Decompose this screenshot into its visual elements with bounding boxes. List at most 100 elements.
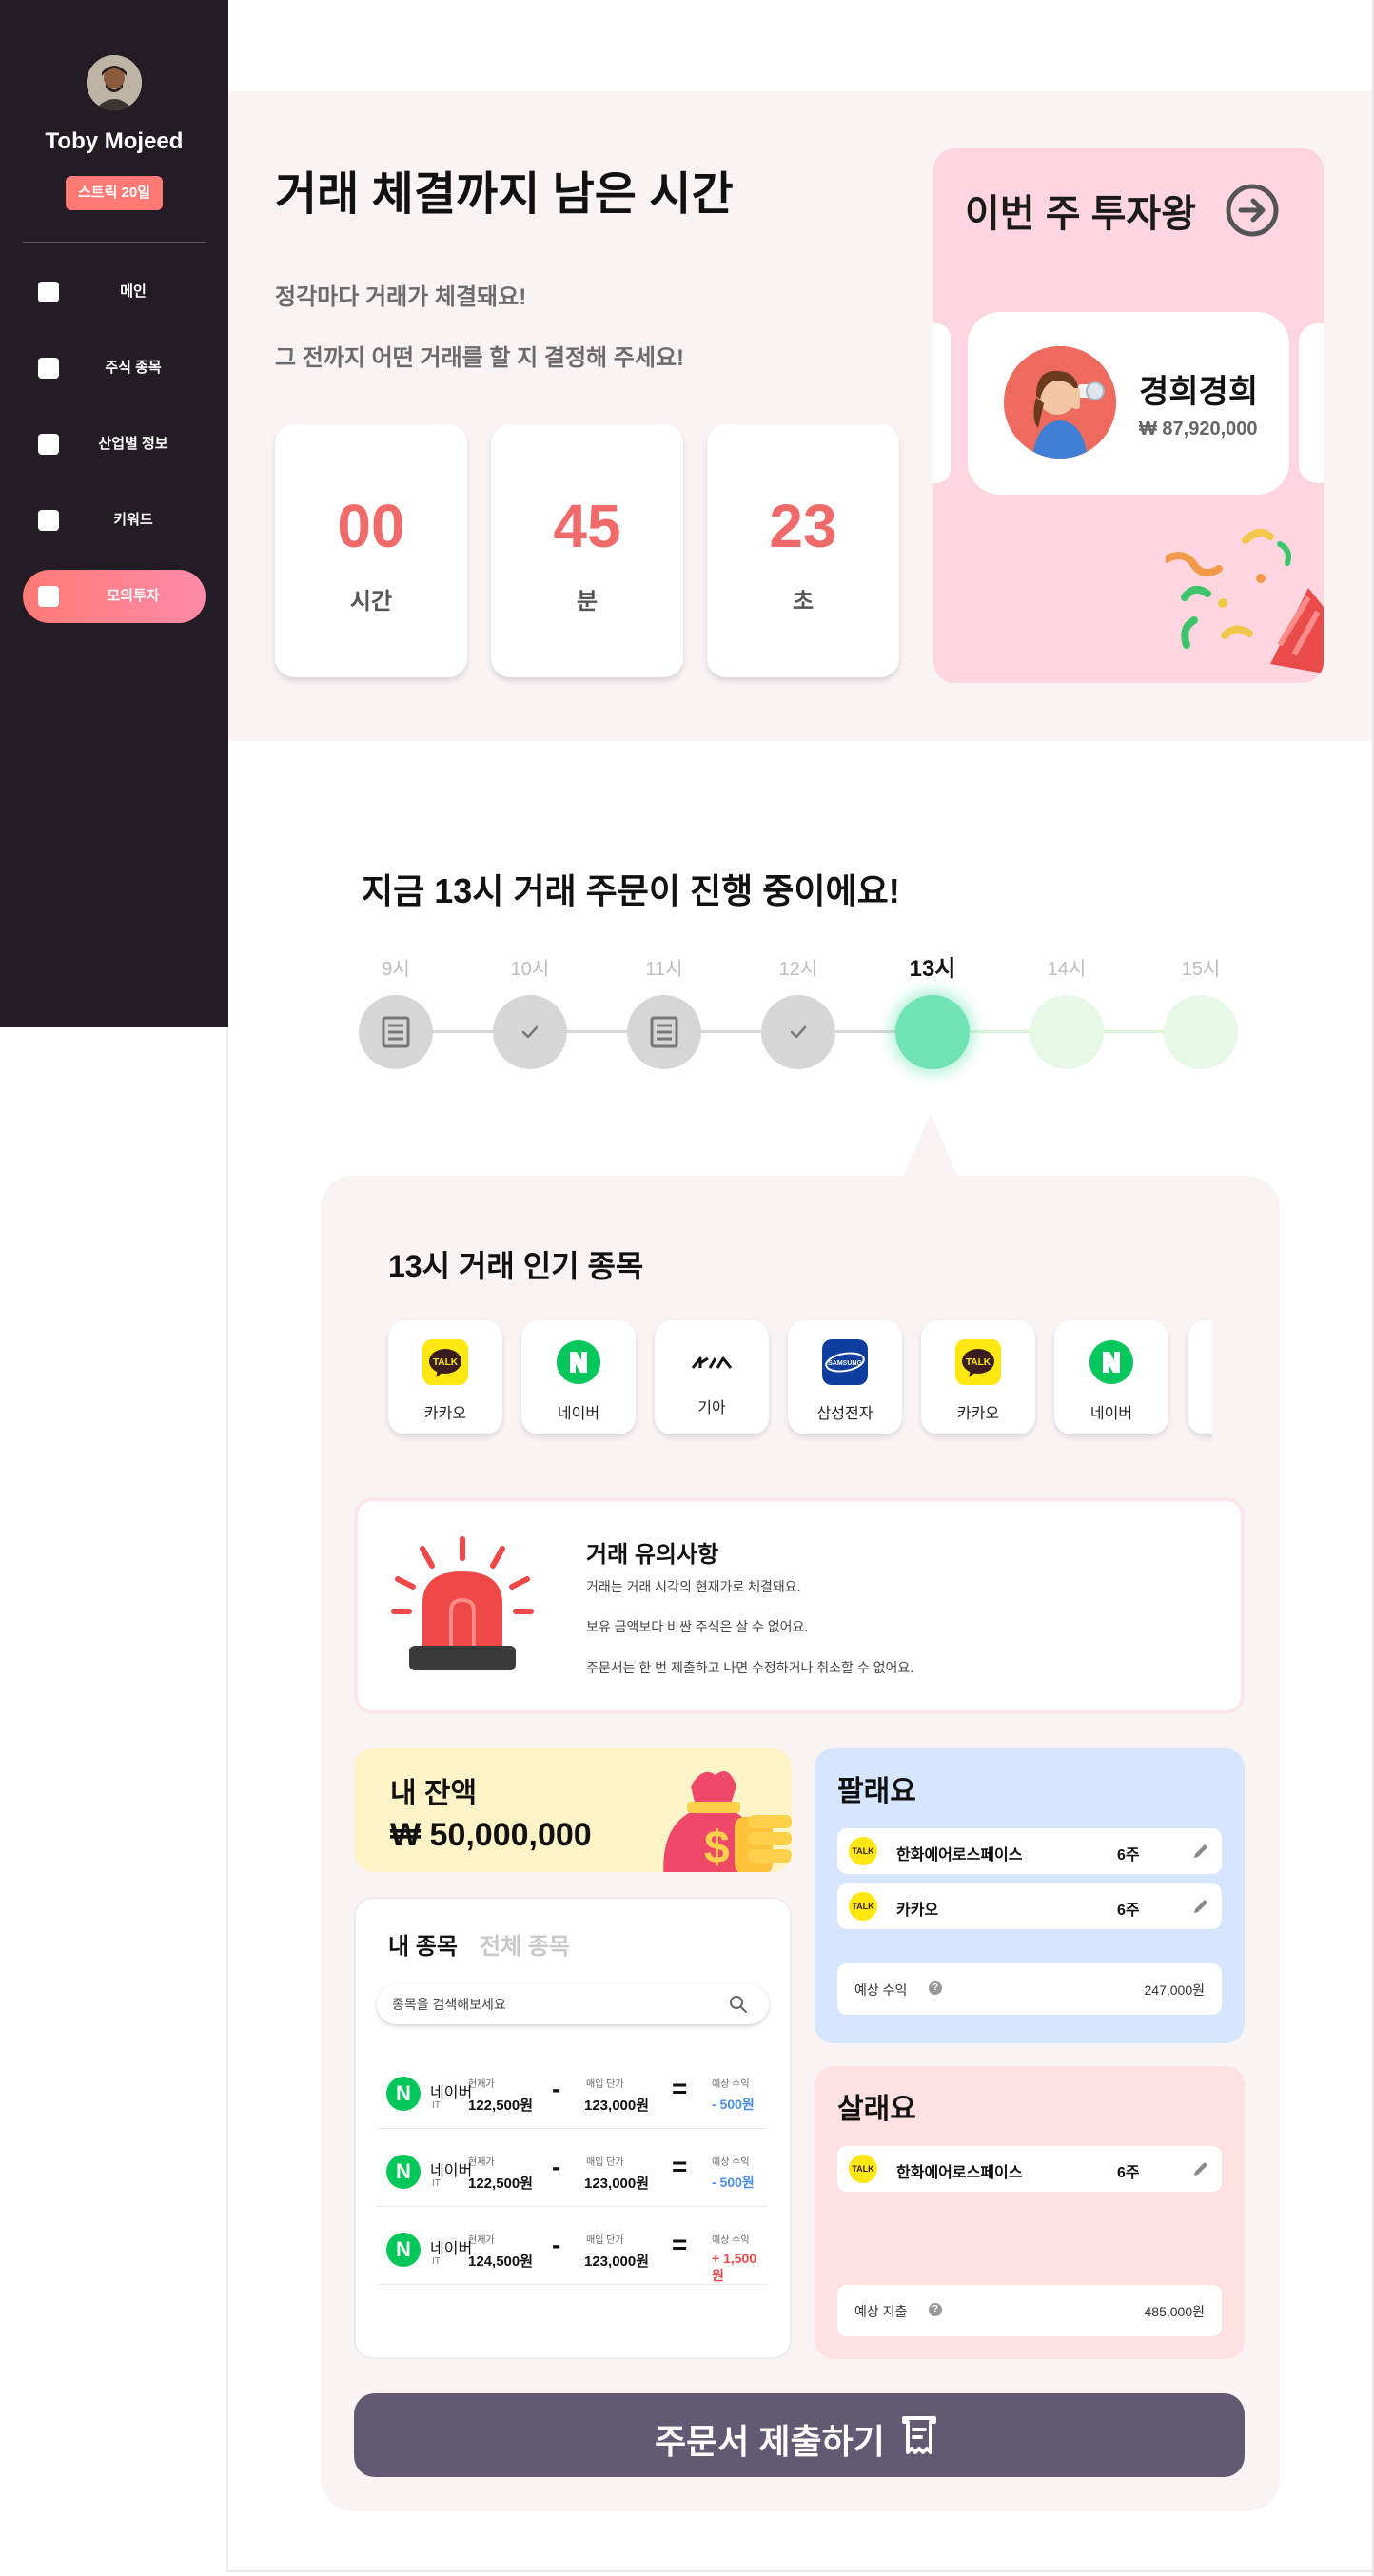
row-equals-sign: =: [672, 2074, 688, 2103]
timer-minutes-value: 45: [553, 492, 621, 560]
popular-stock-tile[interactable]: SAMSUNG 삼성전자: [788, 1320, 902, 1434]
trade-notice-card: [354, 1497, 1245, 1714]
row-current-price: 124,500원: [468, 2254, 534, 2270]
user-name: Toby Mojeed: [45, 128, 184, 154]
timeline-node-done-list-icon[interactable]: [359, 995, 433, 1069]
popular-stock-tile-partial[interactable]: [1188, 1320, 1212, 1434]
help-icon[interactable]: ?: [929, 1981, 942, 1995]
menu-checkbox-icon: [38, 586, 59, 607]
popular-stock-tile[interactable]: TALK 카카오: [921, 1320, 1035, 1434]
countdown-title: 거래 체결까지 남은 시간: [275, 169, 734, 220]
arrow-right-circle-icon[interactable]: [1225, 183, 1280, 238]
panel-pointer: [902, 1113, 959, 1180]
popular-stock-tile[interactable]: 기아: [655, 1320, 769, 1434]
popular-stocks-title: 13시 거래 인기 종목: [388, 1249, 644, 1283]
tab-my-stocks[interactable]: 내 종목: [388, 1927, 458, 1961]
money-bag-icon: $: [663, 1771, 792, 1872]
weekly-king-amount: ₩ 87,920,000: [1139, 419, 1258, 439]
sidebar-item-stocks[interactable]: 주식 종목: [23, 342, 206, 395]
row-stock-category: IT: [432, 2100, 441, 2111]
tab-all-stocks[interactable]: 전체 종목: [480, 1927, 570, 1961]
pencil-icon[interactable]: [1191, 2159, 1210, 2178]
popular-stocks-list[interactable]: TALK 카카오 네이버 기아 SAMSUNG 삼성전자 TALK 카카오 네이…: [381, 1313, 1212, 1442]
row-current-label: 현재가: [468, 2079, 495, 2090]
timer-seconds: 23 초: [707, 424, 899, 677]
row-buy-label: 매입 단가: [586, 2157, 624, 2168]
row-equals-sign: =: [672, 2152, 688, 2181]
main-header-area: [228, 0, 1374, 91]
weekly-king-avatar: [1004, 346, 1116, 459]
row-stock-category: IT: [432, 2256, 441, 2267]
naver-logo-icon: N: [386, 2077, 421, 2111]
timeline-node-upcoming[interactable]: [1164, 995, 1238, 1069]
row-profit-label: 예상 수익: [712, 2157, 750, 2168]
buy-order-item[interactable]: TALK 한화에어로스페이스 6주: [837, 2146, 1222, 2192]
svg-text:TALK: TALK: [433, 1357, 459, 1368]
timeline-hour-label: 12시: [778, 959, 818, 980]
row-expected-profit: + 1,500원: [712, 2251, 757, 2283]
popular-stock-name: 기아: [697, 1400, 726, 1416]
sidebar-item-main[interactable]: 메인: [23, 265, 206, 319]
row-current-price: 122,500원: [468, 2098, 534, 2114]
main-border: [226, 1027, 228, 2572]
row-current-price: 122,500원: [468, 2176, 534, 2192]
balance-amount: ₩ 50,000,000: [390, 1817, 592, 1853]
naver-logo-icon: [1089, 1339, 1134, 1385]
carousel-prev-card[interactable]: [933, 323, 951, 483]
my-stock-row[interactable]: N 네이버 IT 현재가 122,500원 - 매입 단가 123,000원 = 예상 수익 - 5…: [377, 2129, 767, 2207]
timer-minutes: 45 분: [491, 424, 683, 677]
row-minus-sign: -: [552, 2230, 561, 2259]
timeline-node-current[interactable]: [895, 995, 970, 1069]
samsung-logo-icon: SAMSUNG: [822, 1339, 868, 1385]
sidebar-item-industry[interactable]: 산업별 정보: [23, 418, 206, 471]
help-icon[interactable]: ?: [929, 2303, 942, 2316]
kakao-talk-logo-icon: TALK: [849, 1837, 877, 1865]
sidebar-divider: [23, 242, 206, 243]
pencil-icon[interactable]: [1191, 1842, 1210, 1861]
pencil-icon[interactable]: [1191, 1897, 1210, 1916]
row-stock-name: 네이버: [430, 2241, 473, 2257]
popular-stock-tile[interactable]: 네이버: [521, 1320, 636, 1434]
submit-label: 주문서 제출하기: [655, 2422, 885, 2461]
balance-label: 내 잔액: [390, 1778, 478, 1809]
submit-order-button[interactable]: 주문서 제출하기: [354, 2393, 1245, 2477]
timeline-hour-label: 10시: [510, 959, 550, 980]
popular-stock-tile[interactable]: TALK 카카오: [388, 1320, 502, 1434]
timeline-hour-label: 13시: [909, 956, 956, 982]
popular-stock-name: 네이버: [557, 1406, 600, 1422]
streak-badge: 스트릭 20일: [66, 176, 163, 210]
sell-order-item[interactable]: TALK 카카오 6주: [837, 1883, 1222, 1929]
stock-search-input[interactable]: [392, 1984, 725, 2024]
popular-stock-name: 삼성전자: [816, 1406, 873, 1422]
sidebar-item-mock-invest[interactable]: 모의투자: [23, 570, 206, 623]
sell-order-item[interactable]: TALK 한화에어로스페이스 6주: [837, 1828, 1222, 1874]
sell-orders-card: 팔래요 TALK 한화에어로스페이스 6주 TALK 카카오 6주 예상 수익 …: [815, 1748, 1245, 2043]
user-avatar[interactable]: [87, 55, 142, 110]
popular-stock-tile[interactable]: 네이버: [1054, 1320, 1168, 1434]
timeline-node-upcoming[interactable]: [1030, 995, 1104, 1069]
row-expected-profit: - 500원: [712, 2175, 755, 2190]
summary-label: 예상 수익: [854, 1982, 908, 1998]
timeline-node-done-list-icon[interactable]: [627, 995, 701, 1069]
row-buy-label: 매입 단가: [586, 2235, 624, 2246]
carousel-next-card[interactable]: [1299, 323, 1324, 483]
my-stock-row[interactable]: N 네이버 IT 현재가 124,500원 - 매입 단가 123,000원 = 예상 수익 + 1…: [377, 2207, 767, 2285]
row-expected-profit: - 500원: [712, 2097, 755, 2112]
sidebar-item-keyword[interactable]: 키워드: [23, 494, 206, 547]
menu-checkbox-icon: [38, 510, 59, 531]
popular-stock-name: 카카오: [423, 1406, 467, 1422]
main-border: [228, 2570, 1374, 2572]
summary-label: 예상 지출: [854, 2304, 908, 2319]
submit-content: 주문서 제출하기: [354, 2393, 1245, 2477]
naver-logo-icon: N: [386, 2155, 421, 2189]
timeline-node-check-icon[interactable]: [761, 995, 835, 1069]
timeline-node-check-icon[interactable]: [493, 995, 567, 1069]
countdown-description-2: 그 전까지 어떤 거래를 할 지 결정해 주세요!: [275, 345, 685, 371]
kakao-talk-logo-icon: TALK: [849, 2155, 877, 2183]
order-quantity: 6주: [1117, 1903, 1140, 1919]
order-stock-name: 한화에어로스페이스: [896, 2165, 1023, 2181]
menu-checkbox-icon: [38, 282, 59, 302]
sidebar-item-label: 키워드: [113, 512, 153, 528]
my-stock-row[interactable]: N 네이버 IT 현재가 122,500원 - 매입 단가 123,000원 = 예상 수익 - 5…: [377, 2051, 767, 2129]
search-icon[interactable]: [729, 1995, 748, 2014]
